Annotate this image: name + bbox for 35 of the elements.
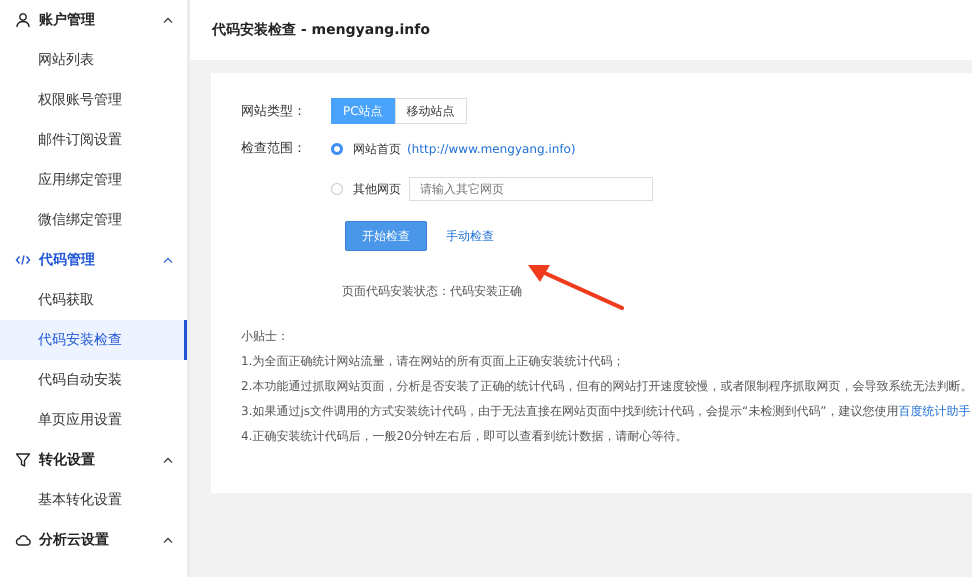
sidebar-item[interactable]: 代码获取 bbox=[0, 280, 187, 320]
sidebar-item[interactable]: 基本转化设置 bbox=[0, 480, 187, 520]
site-link[interactable]: (http://www.mengyang.info) bbox=[407, 142, 576, 156]
sidebar-item[interactable]: 代码自动安装 bbox=[0, 360, 187, 400]
page-title: 代码安装检查 - mengyang.info bbox=[212, 21, 430, 39]
sidebar-item[interactable]: 单页应用设置 bbox=[0, 400, 187, 440]
sidebar-item[interactable]: 代码安装检查 bbox=[0, 320, 187, 360]
tip-text: 4.正确安装统计代码后，一般20分钟左右后，即可以查看到统计数据，请耐心等待。 bbox=[241, 428, 688, 445]
manual-check-link[interactable]: 手动检查 bbox=[446, 228, 494, 244]
tip-text: 1.为全面正确统计网站流量，请在网站的所有页面上正确安装统计代码； bbox=[241, 353, 624, 370]
field-label: 检查范围： bbox=[241, 140, 307, 158]
radio-button[interactable] bbox=[331, 143, 343, 155]
tip-text: 2.本功能通过抓取网站页面，分析是否安装了正确的统计代码，但有的网站打开速度较慢，或者限制程序抓取网页，会导致系统无法判断。 bbox=[241, 378, 972, 395]
sidebar-group[interactable]: 转化设置 bbox=[0, 440, 187, 480]
sidebar-item[interactable]: 应用绑定管理 bbox=[0, 160, 187, 200]
tip-text: 3.如果通过js文件调用的方式安装统计代码，由于无法直接在网站页面中找到统计代码，会提示“未检测到代码”，建议您使用 bbox=[241, 403, 898, 420]
segment-tab[interactable]: 移动站点 bbox=[394, 98, 467, 124]
radio-label: 网站首页 bbox=[353, 140, 401, 158]
sidebar-item[interactable]: 权限账号管理 bbox=[0, 80, 187, 120]
url-input-field[interactable]: 请输入其它网页 bbox=[409, 177, 653, 201]
cloud-icon bbox=[15, 532, 31, 548]
field-label: 网站类型： bbox=[241, 103, 307, 120]
radio-button[interactable] bbox=[331, 183, 343, 195]
install-status: 页面代码安装状态：代码安装正确 bbox=[342, 283, 523, 300]
sidebar-item[interactable]: 微信绑定管理 bbox=[0, 200, 187, 240]
sidebar-group[interactable]: 账户管理 bbox=[0, 0, 187, 40]
sidebar-group[interactable]: 分析云设置 bbox=[0, 520, 187, 560]
filter-icon bbox=[15, 452, 31, 468]
user-icon bbox=[15, 12, 31, 28]
sidebar-group[interactable]: 代码管理 bbox=[0, 240, 187, 280]
helper-link[interactable]: 百度统计助手 bbox=[898, 403, 970, 420]
sidebar-item[interactable]: 邮件订阅设置 bbox=[0, 120, 187, 160]
sidebar-item[interactable]: 网站列表 bbox=[0, 40, 187, 80]
radio-label: 其他网页 bbox=[353, 180, 401, 198]
tips-title: 小贴士： bbox=[241, 328, 290, 345]
